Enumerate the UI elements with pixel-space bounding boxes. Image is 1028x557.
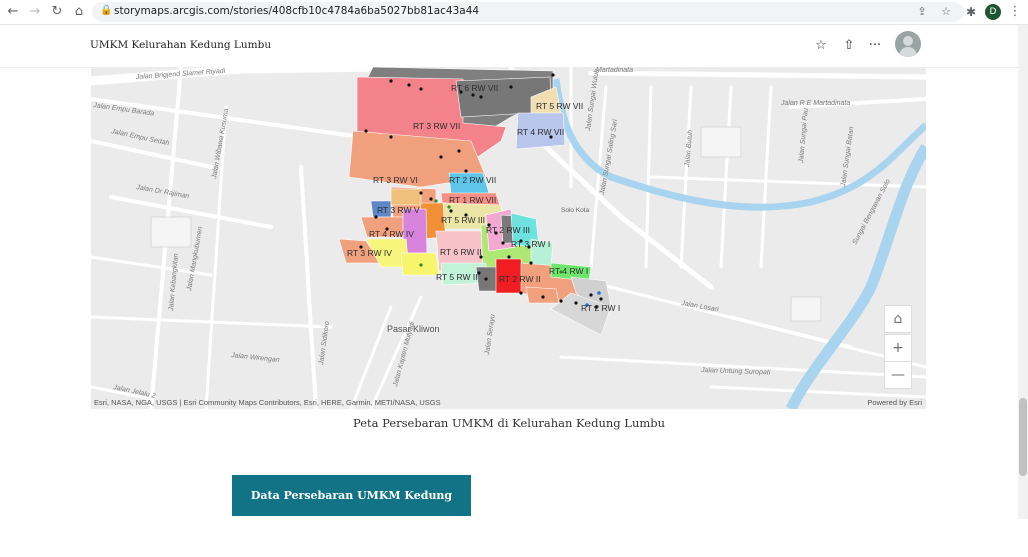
- area-label: RT 5 RW III: [441, 215, 485, 225]
- area-label: RT 2 RW II: [499, 274, 541, 284]
- data-umkm-button[interactable]: Data Persebaran UMKM Kedung Lumbu: [232, 475, 471, 543]
- area-label: RT 2 RW III: [486, 225, 530, 235]
- street-label: Jalan Sungai Pau: [798, 108, 810, 164]
- home-icon: ⌂: [893, 311, 903, 327]
- street-label: Jalan Dr Rajiman: [135, 184, 190, 200]
- street-label: Jalan Wirengan: [230, 352, 280, 364]
- area-label: RT 5 RW VII: [536, 101, 583, 111]
- area-label: RT 3 RW VII: [413, 121, 460, 131]
- place-label: Pasar Kliwon: [387, 324, 440, 334]
- area-label: RT 6 RW II: [440, 247, 482, 257]
- poi-label: Solo Kota: [561, 207, 590, 214]
- home-button[interactable]: ⌂: [884, 305, 912, 333]
- story-title: UMKM Kelurahan Kedung Lumbu: [90, 39, 272, 51]
- area-label: RT 4 RW IV: [369, 229, 414, 239]
- area-label: RT 3 RW VI: [373, 175, 418, 185]
- basemap: RT 6 RW VII RT 5 RW VII RT 3 RW VII RT 4…: [91, 67, 926, 409]
- street-label: Jalan Serayu: [484, 314, 497, 357]
- street-label: Jalan Kebangkitan: [168, 253, 180, 312]
- street-label: Jalan Sungai Batan: [840, 126, 856, 188]
- favorite-star-icon[interactable]: ☆: [812, 37, 830, 55]
- street-label: Martadinata: [596, 67, 633, 74]
- home-icon[interactable]: ⌂: [70, 3, 88, 21]
- area-label: RT 3 RW V: [377, 205, 420, 215]
- story-header: UMKM Kelurahan Kedung Lumbu ☆ ⇧ ···: [0, 25, 1018, 68]
- street-label: Jalan Untung Suropati: [700, 367, 771, 376]
- user-avatar[interactable]: [895, 31, 921, 57]
- zoom-in-button[interactable]: +: [884, 334, 912, 362]
- bookmark-star-icon[interactable]: ☆: [938, 4, 954, 20]
- street-label: Jalan R E Martadinata: [780, 100, 850, 107]
- reload-icon[interactable]: ↻: [48, 3, 66, 21]
- area-label: RT 6 RW VII: [451, 83, 498, 93]
- area-label: RT 4 RW I: [549, 266, 588, 276]
- street-label: Jalan Empu Sedah: [110, 128, 170, 147]
- forward-arrow-icon[interactable]: →: [26, 3, 44, 21]
- street-label: Jalan Sungai Wuluh: [585, 69, 601, 133]
- area-label: RT 1 RW VII: [449, 195, 496, 205]
- browser-toolbar: ← → ↻ ⌂ 🔒 storymaps.arcgis.com/stories/4…: [0, 0, 1028, 25]
- share-icon[interactable]: ⇧: [840, 37, 858, 55]
- powered-by-esri[interactable]: Powered by Esri: [867, 398, 922, 407]
- area-label: RT 2 RW VII: [449, 175, 496, 185]
- browser-menu-icon[interactable]: ⋮: [1008, 3, 1022, 21]
- street-label: Jalan Butuh: [684, 130, 694, 169]
- share-icon[interactable]: ⇪: [914, 4, 930, 20]
- street-label: Jalan Losari: [680, 300, 720, 314]
- area-label: RT 3 RW IV: [347, 248, 392, 258]
- map-caption: Peta Persebaran UMKM di Kelurahan Kedung…: [352, 416, 666, 430]
- area-label: RT 2 RW I: [581, 303, 620, 313]
- address-bar[interactable]: 🔒 storymaps.arcgis.com/stories/408cfb10c…: [92, 2, 964, 22]
- lock-icon: 🔒: [100, 5, 113, 16]
- scrollbar-thumb[interactable]: [1019, 398, 1027, 476]
- zoom-out-button[interactable]: —: [884, 361, 912, 389]
- area-label: RT 5 RW II: [436, 272, 478, 282]
- map-view[interactable]: RT 6 RW VII RT 5 RW VII RT 3 RW VII RT 4…: [91, 67, 926, 409]
- area-label: RT 4 RW VII: [517, 127, 564, 137]
- more-options-icon[interactable]: ···: [866, 37, 884, 55]
- map-attribution[interactable]: Esri, NASA, NGA, USGS | Esri Community M…: [94, 398, 441, 407]
- area-label: RT 3 RW I: [511, 239, 550, 249]
- profile-avatar[interactable]: D: [985, 4, 1001, 20]
- extensions-icon[interactable]: ✱: [962, 3, 980, 21]
- url-text: storymaps.arcgis.com/stories/408cfb10c47…: [114, 5, 480, 17]
- back-arrow-icon[interactable]: ←: [4, 3, 22, 21]
